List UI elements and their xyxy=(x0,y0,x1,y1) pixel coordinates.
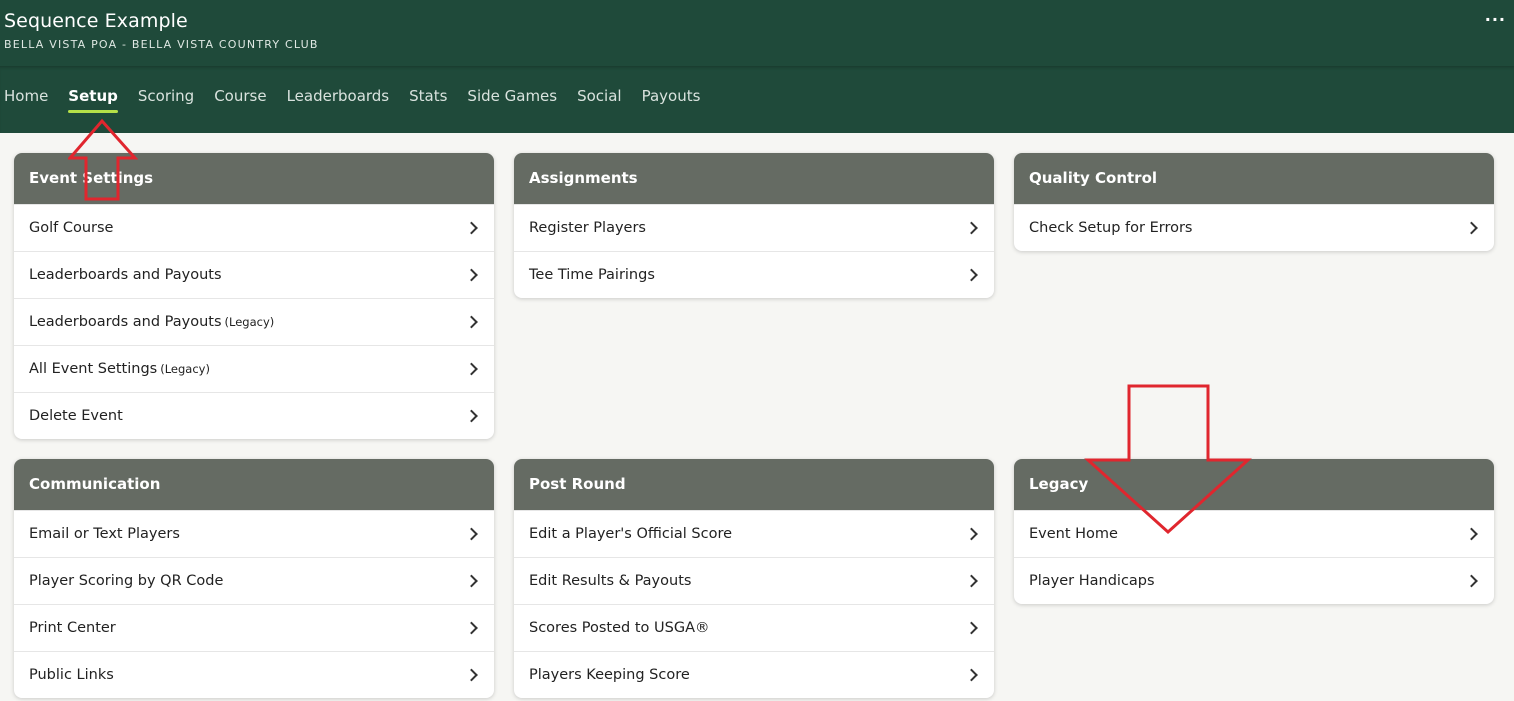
row-edit-official-score[interactable]: Edit a Player's Official Score xyxy=(514,510,994,557)
main-nav: Home Setup Scoring Course Leaderboards S… xyxy=(0,66,1514,133)
chevron-right-icon xyxy=(965,621,978,635)
nav-side-games[interactable]: Side Games xyxy=(467,87,557,111)
chevron-right-icon xyxy=(465,362,478,376)
row-register-players[interactable]: Register Players xyxy=(514,204,994,251)
app-header: Sequence Example BELLA VISTA POA - BELLA… xyxy=(0,0,1514,66)
more-options-icon[interactable]: ··· xyxy=(1485,10,1506,29)
nav-stats[interactable]: Stats xyxy=(409,87,447,111)
nav-social[interactable]: Social xyxy=(577,87,621,111)
legacy-tag: (Legacy) xyxy=(224,315,275,329)
row-label: Golf Course xyxy=(29,220,114,236)
row-label: Leaderboards and Payouts xyxy=(29,267,222,283)
row-tee-time-pairings[interactable]: Tee Time Pairings xyxy=(514,251,994,298)
chevron-right-icon xyxy=(465,268,478,282)
nav-payouts[interactable]: Payouts xyxy=(642,87,701,111)
chevron-right-icon xyxy=(465,527,478,541)
chevron-right-icon xyxy=(1465,574,1478,588)
row-label: Register Players xyxy=(529,220,646,236)
chevron-right-icon xyxy=(465,221,478,235)
card-title: Assignments xyxy=(514,153,994,204)
row-email-or-text-players[interactable]: Email or Text Players xyxy=(14,510,494,557)
row-player-handicaps[interactable]: Player Handicaps xyxy=(1014,557,1494,604)
chevron-right-icon xyxy=(465,409,478,423)
event-subtitle: BELLA VISTA POA - BELLA VISTA COUNTRY CL… xyxy=(4,38,319,51)
row-label: Event Home xyxy=(1029,526,1118,542)
legacy-tag: (Legacy) xyxy=(160,362,210,376)
row-players-keeping-score[interactable]: Players Keeping Score xyxy=(514,651,994,698)
chevron-right-icon xyxy=(465,315,478,329)
assignments-card: Assignments Register Players Tee Time Pa… xyxy=(514,153,994,298)
nav-setup[interactable]: Setup xyxy=(68,87,118,113)
row-scores-posted-to-usga[interactable]: Scores Posted to USGA® xyxy=(514,604,994,651)
chevron-right-icon xyxy=(1465,221,1478,235)
row-label: Players Keeping Score xyxy=(529,667,690,683)
chevron-right-icon xyxy=(965,268,978,282)
post-round-card: Post Round Edit a Player's Official Scor… xyxy=(514,459,994,698)
row-label: Scores Posted to USGA® xyxy=(529,620,710,636)
communication-card: Communication Email or Text Players Play… xyxy=(14,459,494,698)
row-check-setup-for-errors[interactable]: Check Setup for Errors xyxy=(1014,204,1494,251)
chevron-right-icon xyxy=(965,668,978,682)
quality-control-card: Quality Control Check Setup for Errors xyxy=(1014,153,1494,251)
row-label: Print Center xyxy=(29,620,116,636)
event-settings-card: Event Settings Golf Course Leaderboards … xyxy=(14,153,494,439)
row-label: Edit Results & Payouts xyxy=(529,573,692,589)
row-label: Tee Time Pairings xyxy=(529,267,655,283)
row-label: Player Scoring by QR Code xyxy=(29,573,224,589)
chevron-right-icon xyxy=(465,574,478,588)
legacy-card: Legacy Event Home Player Handicaps xyxy=(1014,459,1494,604)
row-edit-results-payouts[interactable]: Edit Results & Payouts xyxy=(514,557,994,604)
row-player-scoring-by-qr-code[interactable]: Player Scoring by QR Code xyxy=(14,557,494,604)
card-title: Communication xyxy=(14,459,494,510)
row-delete-event[interactable]: Delete Event xyxy=(14,392,494,439)
nav-leaderboards[interactable]: Leaderboards xyxy=(287,87,390,111)
row-label: Email or Text Players xyxy=(29,526,180,542)
nav-home[interactable]: Home xyxy=(4,87,48,111)
chevron-right-icon xyxy=(465,621,478,635)
row-label: All Event Settings xyxy=(29,361,158,377)
chevron-right-icon xyxy=(465,668,478,682)
row-leaderboards-and-payouts[interactable]: Leaderboards and Payouts xyxy=(14,251,494,298)
chevron-right-icon xyxy=(965,574,978,588)
row-label: Check Setup for Errors xyxy=(1029,220,1193,236)
chevron-right-icon xyxy=(1465,527,1478,541)
card-title: Event Settings xyxy=(14,153,494,204)
nav-course[interactable]: Course xyxy=(214,87,266,111)
row-all-event-settings-legacy[interactable]: All Event Settings (Legacy) xyxy=(14,345,494,392)
row-event-home[interactable]: Event Home xyxy=(1014,510,1494,557)
row-label: Player Handicaps xyxy=(1029,573,1155,589)
row-label: Leaderboards and Payouts xyxy=(29,314,222,330)
chevron-right-icon xyxy=(965,527,978,541)
row-label: Delete Event xyxy=(29,408,123,424)
row-public-links[interactable]: Public Links xyxy=(14,651,494,698)
row-label: Public Links xyxy=(29,667,114,683)
event-title: Sequence Example xyxy=(4,10,188,32)
nav-scoring[interactable]: Scoring xyxy=(138,87,194,111)
row-golf-course[interactable]: Golf Course xyxy=(14,204,494,251)
card-title: Legacy xyxy=(1014,459,1494,510)
row-leaderboards-and-payouts-legacy[interactable]: Leaderboards and Payouts (Legacy) xyxy=(14,298,494,345)
row-print-center[interactable]: Print Center xyxy=(14,604,494,651)
card-title: Quality Control xyxy=(1014,153,1494,204)
card-title: Post Round xyxy=(514,459,994,510)
chevron-right-icon xyxy=(965,221,978,235)
row-label: Edit a Player's Official Score xyxy=(529,526,733,542)
